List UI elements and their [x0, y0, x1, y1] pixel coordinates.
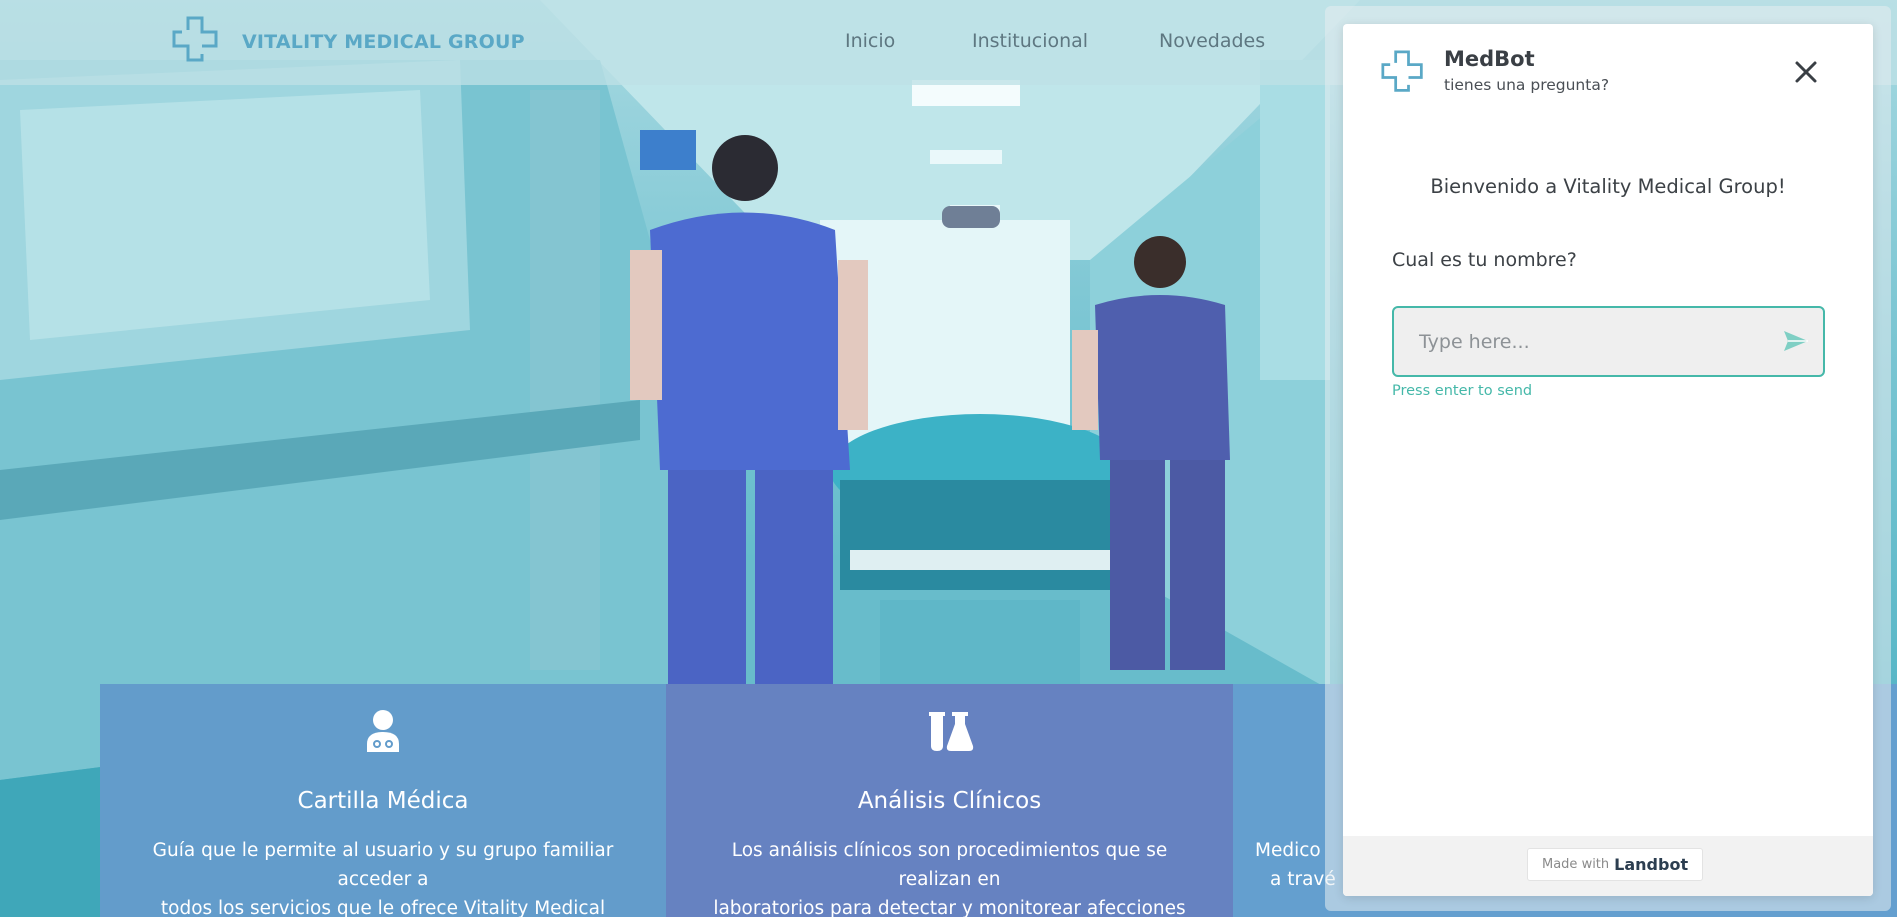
chat-send-hint: Press enter to send	[1392, 383, 1533, 399]
service-card-analisis[interactable]: Análisis Clínicos Los análisis clínicos …	[666, 684, 1233, 917]
card-description-line: Guía que le permite al usuario y su grup…	[152, 840, 614, 890]
send-icon[interactable]	[1783, 330, 1809, 356]
card-title: Análisis Clínicos	[857, 788, 1042, 814]
chat-title: MedBot	[1444, 47, 1535, 71]
card-description-line: todos los servicios que le ofrece Vitali…	[160, 898, 606, 917]
chat-widget: MedBot tienes una pregunta? Bienvenido a…	[1343, 24, 1873, 896]
medical-cross-outline-icon	[172, 16, 220, 68]
chat-subtitle: tienes una pregunta?	[1444, 76, 1610, 94]
made-with-landbot-badge[interactable]: Made with Landbot	[1527, 848, 1704, 881]
chat-question: Cual es tu nombre?	[1392, 249, 1577, 271]
brand-link[interactable]: VITALITY MEDICAL GROUP	[172, 16, 525, 68]
service-card-cartilla[interactable]: Cartilla Médica Guía que le permite al u…	[100, 684, 666, 917]
chat-welcome-message: Bienvenido a Vitality Medical Group!	[1430, 175, 1786, 198]
card-description: Los análisis clínicos son procedimientos…	[694, 836, 1205, 917]
card-description-line: laboratorios para detectar y monitorear …	[713, 898, 1186, 917]
chat-footer: Made with Landbot	[1343, 836, 1873, 896]
lab-flasks-icon	[926, 710, 974, 756]
chat-input-box	[1392, 306, 1825, 377]
medical-cross-outline-icon	[1381, 50, 1425, 98]
doctor-icon	[365, 710, 401, 756]
made-with-text: Made with	[1542, 857, 1610, 872]
card-description-line: Los análisis clínicos son procedimientos…	[731, 840, 1168, 890]
nav-link-institucional[interactable]: Institucional	[972, 30, 1088, 52]
close-icon[interactable]	[1793, 59, 1819, 85]
card-title: Cartilla Médica	[297, 788, 469, 814]
nav-link-inicio[interactable]: Inicio	[845, 30, 895, 52]
brand-name: VITALITY MEDICAL GROUP	[242, 31, 525, 53]
chat-name-input[interactable]	[1394, 308, 1764, 375]
landbot-logo-text: Landbot	[1614, 855, 1689, 874]
card-description: Guía que le permite al usuario y su grup…	[128, 836, 638, 917]
nav-link-novedades[interactable]: Novedades	[1159, 30, 1265, 52]
